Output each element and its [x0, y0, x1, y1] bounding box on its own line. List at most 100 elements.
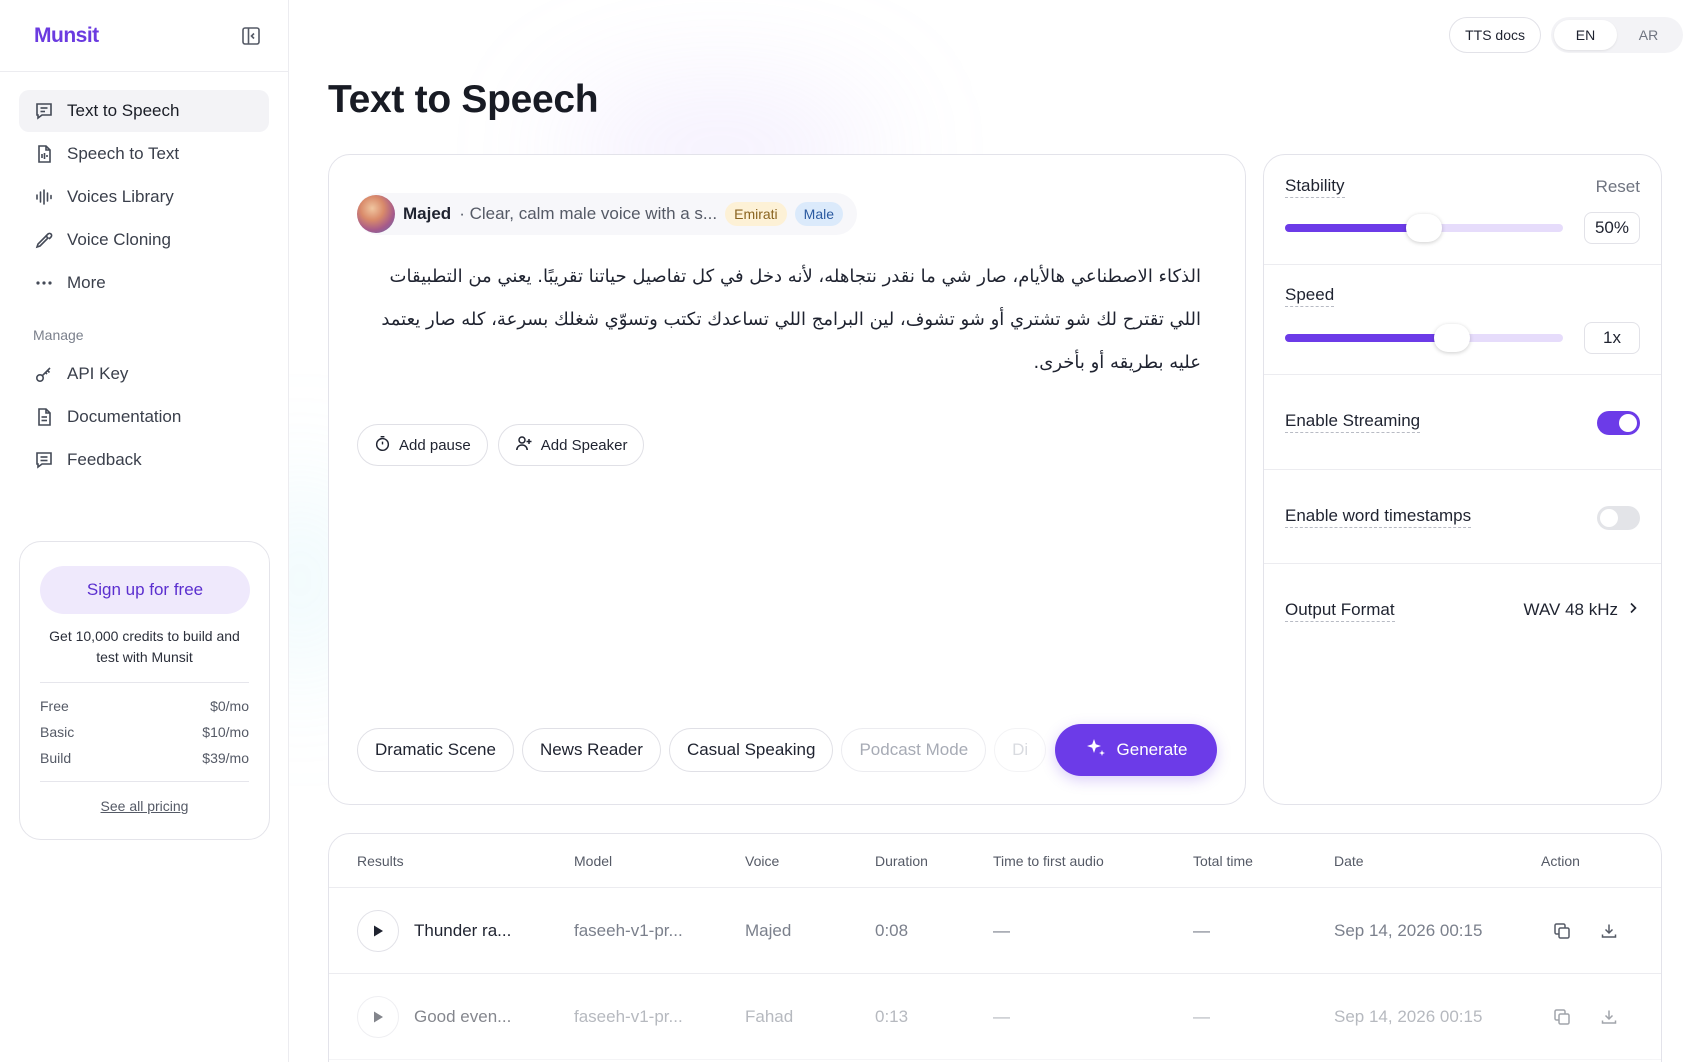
editor-actions: Add pause Add Speaker	[357, 424, 645, 466]
divider	[40, 781, 249, 782]
speed-slider-fill	[1285, 334, 1452, 342]
chevron-right-icon	[1626, 600, 1640, 620]
result-voice: Majed	[745, 920, 792, 940]
stability-section: Stability Reset 50%	[1264, 155, 1661, 265]
sidebar-item-more[interactable]: More	[19, 262, 269, 304]
col-voice: Voice	[745, 852, 780, 869]
sidebar-collapse-icon[interactable]	[240, 25, 262, 47]
table-row[interactable]: Thunder ra... faseeh-v1-pr... Majed 0:08…	[329, 888, 1661, 974]
result-total-time: —	[1193, 920, 1210, 940]
sign-up-button[interactable]: Sign up for free	[40, 566, 250, 614]
sidebar-item-voices-library[interactable]: Voices Library	[19, 176, 269, 218]
plan-price: $10/mo	[202, 724, 249, 740]
streaming-label: Enable Streaming	[1285, 411, 1421, 433]
sidebar-item-api-key[interactable]: API Key	[19, 353, 269, 395]
col-ttfa: Time to first audio	[993, 852, 1104, 869]
speed-value[interactable]: 1x	[1584, 322, 1640, 354]
result-date: Sep 14, 2026 00:15	[1334, 920, 1483, 940]
stability-slider-fill	[1285, 224, 1424, 232]
see-all-pricing-link[interactable]: See all pricing	[40, 798, 249, 814]
sidebar-item-label: Voice Cloning	[67, 230, 171, 249]
copy-icon[interactable]	[1551, 1006, 1573, 1028]
tts-editor-card: Majed · Clear, calm male voice with a s.…	[328, 154, 1246, 805]
add-pause-button[interactable]: Add pause	[357, 424, 488, 466]
plan-row-free: Free $0/mo	[40, 693, 249, 719]
voice-name: Majed	[403, 204, 452, 223]
more-horizontal-icon	[33, 272, 55, 294]
add-speaker-label: Add Speaker	[540, 436, 628, 454]
plan-name: Basic	[40, 724, 75, 740]
streaming-section: Enable Streaming	[1264, 375, 1661, 470]
result-voice: Fahad	[745, 1006, 794, 1026]
download-icon[interactable]	[1598, 1006, 1620, 1028]
voice-selector[interactable]: Majed · Clear, calm male voice with a s.…	[357, 193, 858, 235]
preset-news-reader[interactable]: News Reader	[521, 728, 661, 772]
page-title: Text to Speech	[328, 78, 599, 121]
play-button[interactable]	[357, 995, 399, 1038]
col-results: Results	[357, 852, 404, 869]
sidebar-item-speech-to-text[interactable]: Speech to Text	[19, 133, 269, 175]
result-title: Thunder ra...	[414, 920, 512, 940]
preset-dramatic-scene[interactable]: Dramatic Scene	[357, 728, 514, 772]
lang-en-option[interactable]: EN	[1554, 20, 1617, 50]
col-action: Action	[1541, 852, 1580, 869]
pipette-icon	[33, 229, 55, 251]
sidebar-item-documentation[interactable]: Documentation	[19, 396, 269, 438]
sidebar-item-feedback[interactable]: Feedback	[19, 439, 269, 481]
sidebar-item-label: Voices Library	[67, 187, 174, 206]
language-toggle: EN AR	[1551, 17, 1683, 53]
promo-text: Get 10,000 credits to build and test wit…	[49, 628, 240, 665]
preset-podcast-mode[interactable]: Podcast Mode	[841, 728, 987, 772]
sparkles-icon	[1085, 737, 1107, 764]
play-button[interactable]	[357, 909, 399, 952]
lang-ar-option[interactable]: AR	[1617, 20, 1680, 50]
tts-docs-button[interactable]: TTS docs	[1449, 17, 1541, 53]
sidebar-item-text-to-speech[interactable]: Text to Speech	[19, 90, 269, 132]
toggle-knob	[1619, 414, 1637, 432]
toggle-knob	[1600, 509, 1618, 527]
stability-slider[interactable]	[1285, 214, 1563, 242]
add-speaker-button[interactable]: Add Speaker	[497, 424, 645, 466]
preset-more[interactable]: Di	[994, 728, 1047, 772]
table-row[interactable]: Good even... faseeh-v1-pr... Fahad 0:13 …	[329, 974, 1661, 1060]
message-square-icon	[33, 449, 55, 471]
voice-settings-card: Stability Reset 50% Speed 1x Enable Stre…	[1263, 154, 1662, 805]
generate-button[interactable]: Generate	[1055, 724, 1217, 776]
preset-casual-speaking[interactable]: Casual Speaking	[668, 728, 834, 772]
result-total-time: —	[1193, 1006, 1210, 1026]
plan-name: Free	[40, 698, 69, 714]
timestamps-section: Enable word timestamps	[1264, 470, 1661, 564]
stability-value[interactable]: 50%	[1583, 212, 1640, 244]
file-audio-icon	[33, 143, 55, 165]
output-format-section[interactable]: Output Format WAV 48 kHz	[1264, 564, 1661, 654]
result-model: faseeh-v1-pr...	[574, 920, 683, 940]
key-icon	[33, 363, 55, 385]
table-header: Results Model Voice Duration Time to fir…	[329, 834, 1661, 888]
col-date: Date	[1334, 852, 1364, 869]
copy-icon[interactable]	[1551, 920, 1573, 942]
tts-text-input[interactable]: الذكاء الاصطناعي هالأيام، صار شي ما نقدر…	[371, 255, 1201, 384]
reset-button[interactable]: Reset	[1596, 177, 1640, 197]
streaming-toggle[interactable]	[1597, 411, 1640, 435]
result-title: Good even...	[414, 1006, 512, 1026]
sidebar-item-voice-cloning[interactable]: Voice Cloning	[19, 219, 269, 261]
col-duration: Duration	[875, 852, 928, 869]
divider	[40, 682, 249, 683]
plan-name: Build	[40, 750, 72, 766]
timestamps-toggle[interactable]	[1597, 506, 1640, 530]
manage-section-label: Manage	[33, 327, 84, 343]
result-ttfa: —	[993, 920, 1010, 940]
speed-slider-thumb[interactable]	[1433, 324, 1470, 352]
speed-section: Speed 1x	[1264, 265, 1661, 375]
stability-label: Stability	[1285, 176, 1345, 198]
plan-price: $0/mo	[210, 698, 249, 714]
sidebar-item-label: Text to Speech	[67, 101, 180, 120]
output-format-value[interactable]: WAV 48 kHz	[1524, 600, 1640, 620]
stability-slider-thumb[interactable]	[1406, 214, 1442, 242]
add-pause-label: Add pause	[399, 436, 471, 454]
app-logo[interactable]: Munsit	[34, 24, 99, 48]
speed-slider[interactable]	[1285, 324, 1563, 352]
download-icon[interactable]	[1598, 920, 1620, 942]
generate-label: Generate	[1116, 740, 1188, 759]
sidebar-item-label: Speech to Text	[67, 144, 180, 163]
